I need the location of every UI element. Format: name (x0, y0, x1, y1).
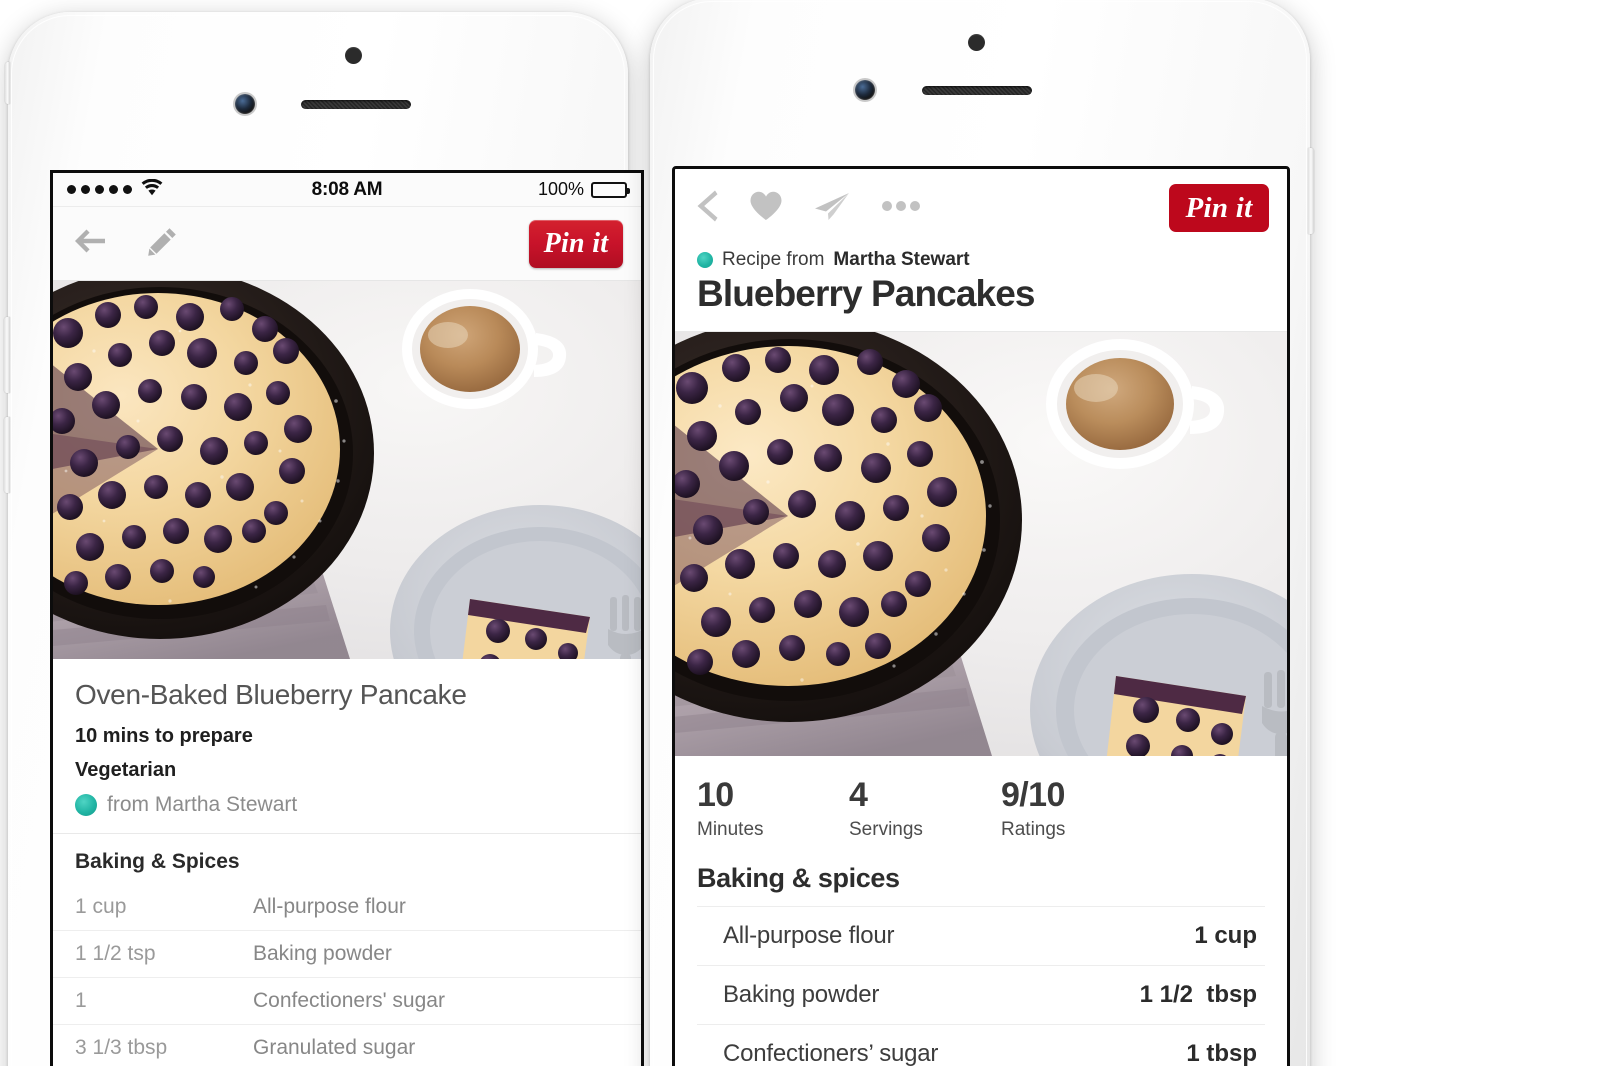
ingredient-row[interactable]: All-purpose flour 1 cup (697, 905, 1265, 965)
ingredients-section-left: Baking & Spices 1 cup All-purpose flour 1 … (53, 834, 641, 1066)
ingredient-name: Baking powder (253, 942, 392, 965)
stat-servings: 4 Servings (849, 778, 1001, 841)
recipe-prep-time: 10 mins to prepare (75, 725, 253, 747)
stat-ratings-label: Ratings (1001, 818, 1066, 840)
pin-it-label: Pin it (543, 227, 609, 259)
status-battery-group: 100% (537, 179, 630, 200)
martha-stewart-avatar (697, 252, 713, 268)
proximity-sensor-dot (345, 47, 362, 64)
stat-minutes-label: Minutes (697, 818, 764, 840)
pin-it-label: Pin it (1185, 191, 1253, 224)
stat-minutes: 10 Minutes (697, 778, 849, 841)
ingredients-list: All-purpose flour 1 cup Baking powder 1 1/2… (675, 905, 1287, 1066)
ingredient-name: Confectioners' sugar (253, 989, 445, 1012)
phone-device-right: Pin it Recipe from Martha Stewart Bluebe… (650, 0, 1314, 1066)
martha-stewart-avatar (75, 794, 97, 816)
stat-servings-label: Servings (849, 818, 923, 840)
recipe-photo-right[interactable] (675, 331, 1287, 756)
proximity-sensor-dot (968, 34, 985, 51)
pin-it-button[interactable]: Pin it (1169, 184, 1269, 232)
ingredient-row[interactable]: 3 1/3 tbsp Granulated sugar (53, 1024, 641, 1066)
stat-ratings-value: 9/10 (1001, 775, 1065, 814)
ingredient-name: All-purpose flour (723, 921, 895, 949)
ingredient-row[interactable]: 1 Confectioners' sugar (53, 977, 641, 1024)
stat-minutes-value: 10 (697, 775, 734, 814)
ingredient-quantity: 1 tbsp (1186, 1039, 1257, 1066)
back-arrow-icon[interactable] (71, 226, 109, 261)
ingredients-section-right: Baking & spices All-purpose flour 1 cup Ba… (675, 852, 1287, 1066)
battery-percent-label: 100% (537, 179, 584, 199)
recipe-title: Blueberry Pancakes (697, 273, 1035, 314)
send-paper-plane-icon[interactable] (813, 190, 851, 227)
recipe-photo-left[interactable] (53, 281, 641, 659)
ingredient-row[interactable]: 1 cup All-purpose flour (53, 884, 641, 930)
recipe-source-row[interactable]: from Martha Stewart (75, 793, 619, 817)
app-toolbar-left: Pin it (53, 207, 641, 281)
ingredient-quantity: 1 1/2 tsp (75, 942, 156, 965)
ingredient-quantity: 1 (75, 989, 87, 1012)
ingredient-name: All-purpose flour (253, 895, 406, 918)
back-chevron-icon[interactable] (695, 187, 719, 230)
recipe-source-name: Martha Stewart (833, 249, 970, 270)
volume-down-button[interactable] (4, 417, 10, 493)
recipe-info-block: Oven-Baked Blueberry Pancake 10 mins to … (53, 659, 641, 834)
pin-it-button[interactable]: Pin it (529, 219, 623, 268)
ingredients-list: 1 cup All-purpose flour 1 1/2 tsp Baking po… (53, 884, 641, 1066)
ingredient-name: Baking powder (723, 980, 880, 1008)
app-toolbar-right: Pin it (675, 169, 1287, 247)
recipe-title: Oven-Baked Blueberry Pancake (75, 679, 467, 710)
heart-icon[interactable] (749, 190, 783, 227)
recipe-source-prefix: Recipe from (722, 249, 825, 270)
ingredient-quantity: 3 1/3 tbsp (75, 1036, 168, 1059)
ingredients-section-title: Baking & spices (675, 852, 1287, 906)
ingredient-quantity: 1 cup (75, 895, 127, 918)
more-dots-icon[interactable] (881, 199, 921, 217)
stat-servings-value: 4 (849, 775, 868, 814)
ingredient-quantity: 1 1/2 tbsp (1139, 980, 1257, 1008)
earpiece-speaker (922, 86, 1032, 95)
recipe-diet-label: Vegetarian (75, 759, 177, 781)
status-bar: 8:08 AM 100% (53, 173, 641, 207)
screenshot-root: 8:08 AM 100% Pin it Oven-Baked Blueberry… (0, 0, 1600, 1066)
ingredient-quantity: 1 cup (1194, 921, 1257, 949)
earpiece-speaker (301, 100, 411, 109)
ingredient-row[interactable]: 1 1/2 tsp Baking powder (53, 930, 641, 977)
ingredient-row[interactable]: Baking powder 1 1/2 tbsp (697, 964, 1265, 1024)
battery-full-icon (591, 181, 630, 198)
pencil-edit-icon[interactable] (147, 225, 179, 262)
volume-up-button[interactable] (4, 317, 10, 393)
ingredient-name: Granulated sugar (253, 1036, 416, 1059)
mute-switch-button[interactable] (5, 62, 10, 104)
screen-right: Pin it Recipe from Martha Stewart Bluebe… (672, 166, 1290, 1066)
front-camera-icon (235, 94, 255, 114)
phone-device-left: 8:08 AM 100% Pin it Oven-Baked Blueberry… (4, 12, 644, 1066)
recipe-stats-row: 10 Minutes 4 Servings 9/10 Ratings (675, 755, 1287, 853)
recipe-source-label: from Martha Stewart (107, 793, 298, 816)
ingredient-row[interactable]: Confectioners’ sugar 1 tbsp (697, 1023, 1265, 1066)
ingredients-section-title: Baking & Spices (75, 850, 240, 873)
ingredient-name: Confectioners’ sugar (723, 1039, 939, 1066)
recipe-header-right: Recipe from Martha Stewart Blueberry Pan… (675, 247, 1287, 332)
recipe-source-row[interactable]: Recipe from Martha Stewart (697, 249, 1265, 271)
stat-ratings: 9/10 Ratings (1001, 778, 1065, 841)
front-camera-icon (855, 80, 875, 100)
power-button[interactable] (1308, 148, 1314, 234)
screen-left: 8:08 AM 100% Pin it Oven-Baked Blueberry… (50, 170, 644, 1066)
